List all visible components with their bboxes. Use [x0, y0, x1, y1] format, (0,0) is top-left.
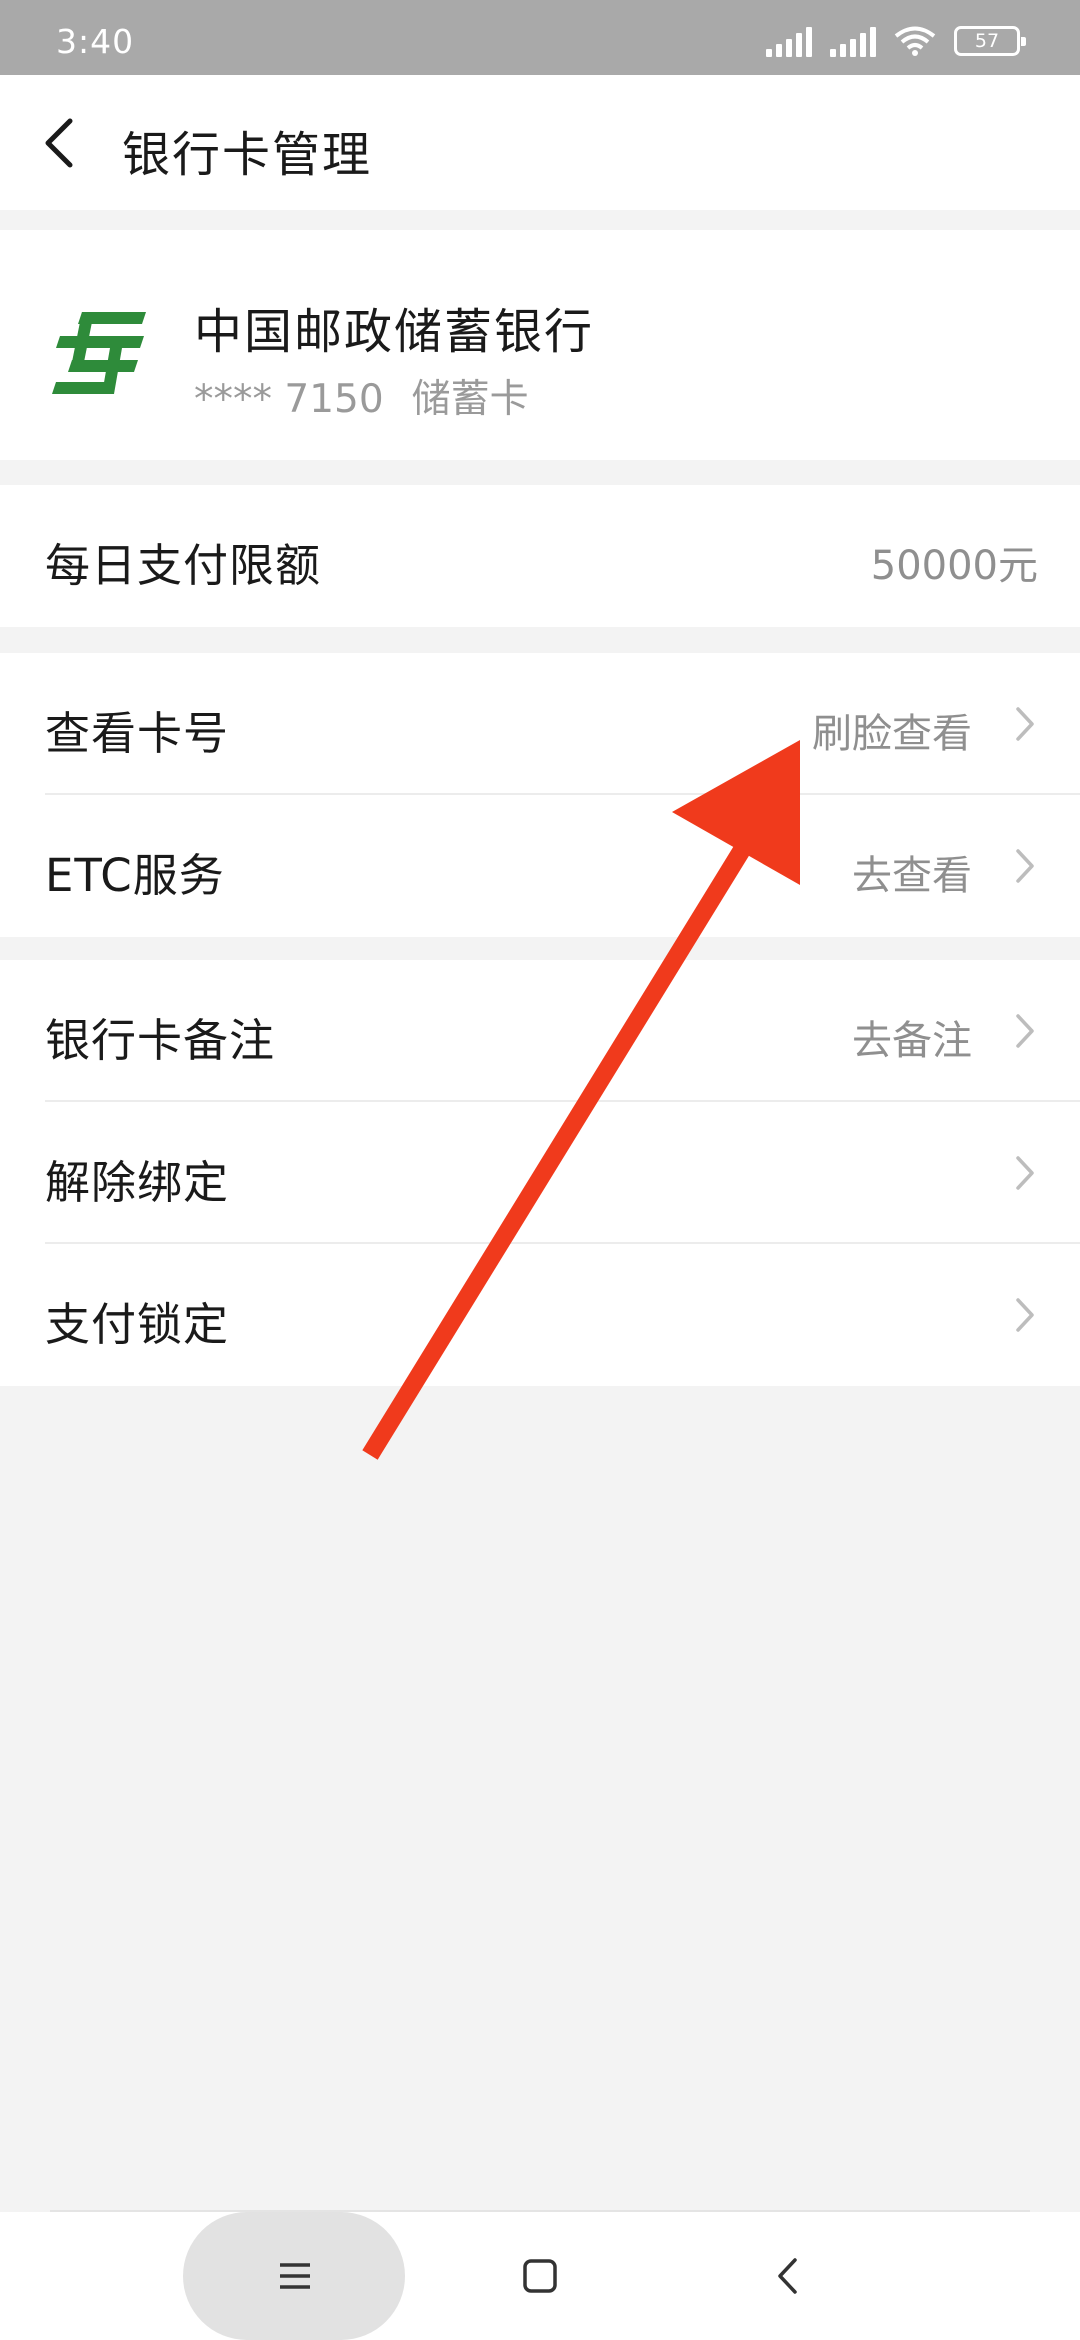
nav-home-button[interactable] — [485, 2212, 595, 2340]
daily-limit-value: 50000元 — [870, 543, 1038, 589]
unbind-card-label: 解除绑定 — [45, 1156, 230, 1209]
wifi-icon — [894, 26, 936, 56]
daily-limit-label: 每日支付限额 — [45, 539, 322, 592]
app-screen: 3:40 57 银行卡管理 中国邮政储蓄银行 **** 7150 储蓄卡 每日支… — [0, 0, 1080, 2340]
bank-card-summary: 中国邮政储蓄银行 **** 7150 储蓄卡 — [0, 230, 1080, 460]
back-arrow-icon — [45, 118, 73, 168]
card-note-row[interactable]: 银行卡备注 去备注 — [0, 960, 1080, 1102]
view-card-number-label: 查看卡号 — [45, 707, 230, 760]
status-time: 3:40 — [56, 22, 135, 61]
chevron-right-icon — [1016, 849, 1034, 883]
postal-bank-logo-icon — [52, 312, 146, 394]
home-square-icon — [523, 2259, 557, 2293]
unbind-card-row[interactable]: 解除绑定 — [0, 1102, 1080, 1244]
menu-icon — [280, 2263, 310, 2289]
card-note-value: 去备注 — [852, 1018, 972, 1064]
status-icons: 57 — [766, 24, 1026, 58]
chevron-right-icon — [1016, 1298, 1034, 1332]
etc-service-row[interactable]: ETC服务 去查看 — [0, 795, 1080, 937]
header-bar: 银行卡管理 — [0, 75, 1080, 210]
chevron-right-icon — [1016, 707, 1034, 741]
view-card-number-row[interactable]: 查看卡号 刷脸查看 — [0, 653, 1080, 795]
card-type: 储蓄卡 — [411, 377, 529, 422]
card-note-label: 银行卡备注 — [45, 1014, 276, 1067]
card-masked-number: **** 7150 — [194, 377, 384, 422]
battery-icon: 57 — [954, 26, 1026, 56]
signal-icon — [766, 25, 812, 57]
view-card-number-value: 刷脸查看 — [812, 711, 972, 757]
etc-service-label: ETC服务 — [45, 849, 225, 902]
card-actions-group: 银行卡备注 去备注 解除绑定 支付锁定 — [0, 960, 1080, 1386]
status-bar: 3:40 57 — [0, 0, 1080, 75]
daily-limit-row: 每日支付限额 50000元 — [0, 485, 1080, 627]
chevron-right-icon — [1016, 1156, 1034, 1190]
signal-icon-secondary — [830, 25, 876, 57]
nav-back-button[interactable] — [733, 2212, 843, 2340]
system-nav-bar — [0, 2212, 1080, 2340]
bank-name: 中国邮政储蓄银行 — [194, 304, 595, 360]
payment-lock-row[interactable]: 支付锁定 — [0, 1244, 1080, 1386]
card-info-group: 查看卡号 刷脸查看 ETC服务 去查看 — [0, 653, 1080, 937]
card-info: **** 7150 储蓄卡 — [194, 368, 529, 424]
nav-menu-button[interactable] — [240, 2212, 350, 2340]
etc-service-value: 去查看 — [852, 853, 972, 899]
back-button[interactable] — [30, 105, 100, 180]
payment-lock-label: 支付锁定 — [45, 1298, 230, 1351]
limit-group: 每日支付限额 50000元 — [0, 485, 1080, 627]
page-title: 银行卡管理 — [122, 127, 373, 183]
nav-back-icon — [778, 2258, 797, 2294]
chevron-right-icon — [1016, 1014, 1034, 1048]
